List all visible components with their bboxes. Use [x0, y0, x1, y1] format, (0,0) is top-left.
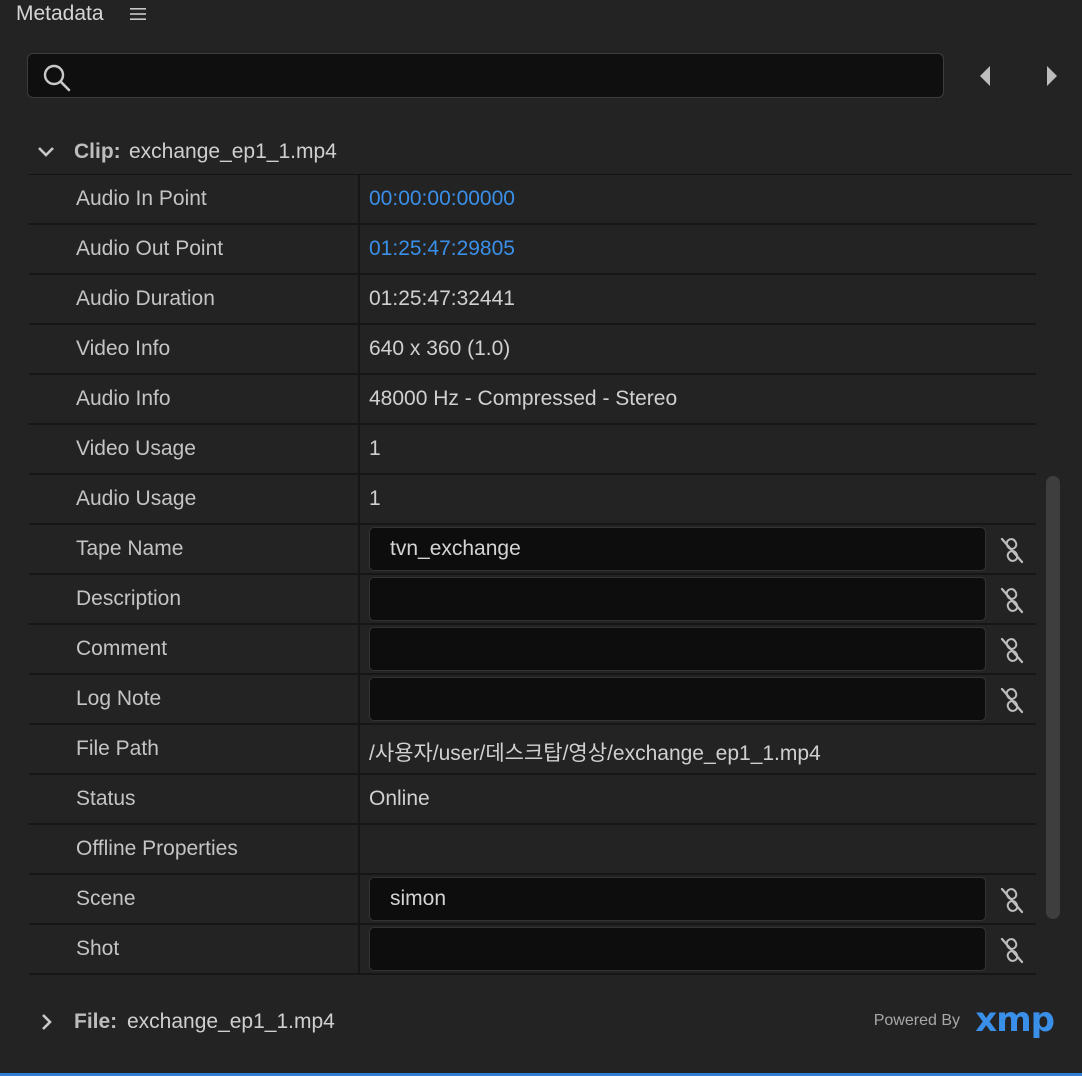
timecode-link[interactable]: 01:25:47:29805 [369, 237, 515, 261]
row-key: Description [76, 587, 182, 610]
clip-section-label: Clip: [74, 140, 121, 163]
column-divider [358, 575, 360, 623]
unlink-icon[interactable] [998, 586, 1026, 614]
clip-section-name: exchange_ep1_1.mp4 [129, 140, 337, 163]
column-divider [358, 225, 360, 273]
row-key: Offline Properties [76, 837, 238, 860]
table-row: Scene [29, 875, 1036, 925]
panel-title: Metadata [16, 2, 104, 25]
column-divider [358, 525, 360, 573]
xmp-logo: xmp [975, 1000, 1055, 1040]
row-value: 1 [369, 437, 381, 460]
row-key: Audio Info [76, 387, 171, 410]
table-row: Audio Out Point 01:25:47:29805 [29, 225, 1036, 275]
metadata-field[interactable] [369, 927, 986, 971]
metadata-table: Audio In Point 00:00:00:00000 Audio Out Po… [29, 175, 1036, 975]
metadata-field[interactable] [369, 877, 986, 921]
column-divider [358, 775, 360, 823]
column-divider [358, 175, 360, 223]
table-row: Tape Name [29, 525, 1036, 575]
column-divider [358, 675, 360, 723]
unlink-icon[interactable] [998, 636, 1026, 664]
row-key: Video Usage [76, 437, 196, 460]
table-row: Video Info 640 x 360 (1.0) [29, 325, 1036, 375]
metadata-field[interactable] [369, 627, 986, 671]
search-box[interactable] [27, 53, 944, 98]
row-value: /사용자/user/데스크탑/영상/exchange_ep1_1.mp4 [369, 742, 821, 765]
metadata-field[interactable] [369, 677, 986, 721]
unlink-icon[interactable] [998, 936, 1026, 964]
table-row: Comment [29, 625, 1036, 675]
row-value: 01:25:47:32441 [369, 287, 515, 310]
table-row: Log Note [29, 675, 1036, 725]
row-value: 48000 Hz - Compressed - Stereo [369, 387, 678, 410]
table-row: Audio Duration 01:25:47:32441 [29, 275, 1036, 325]
column-divider [358, 475, 360, 523]
column-divider [358, 275, 360, 323]
table-row: Audio Info 48000 Hz - Compressed - Stereo [29, 375, 1036, 425]
row-key: Tape Name [76, 537, 184, 560]
row-key: Scene [76, 887, 136, 910]
table-row: Video Usage 1 [29, 425, 1036, 475]
panel-header: Metadata [0, 0, 1082, 30]
unlink-icon[interactable] [998, 886, 1026, 914]
search-icon [42, 63, 72, 98]
file-section-name: exchange_ep1_1.mp4 [127, 1010, 335, 1033]
table-row: Audio In Point 00:00:00:00000 [29, 175, 1036, 225]
unlink-icon[interactable] [998, 686, 1026, 714]
row-key: Audio Duration [76, 287, 215, 310]
table-row: Shot [29, 925, 1036, 975]
column-divider [358, 375, 360, 423]
row-key: Shot [76, 937, 120, 960]
row-key: Audio Out Point [76, 237, 224, 260]
row-key: Status [76, 787, 136, 810]
row-key: Comment [76, 637, 168, 660]
row-key: Video Info [76, 337, 171, 360]
column-divider [358, 925, 360, 973]
column-divider [358, 725, 360, 773]
metadata-field[interactable] [369, 577, 986, 621]
column-divider [358, 625, 360, 673]
table-row: Audio Usage 1 [29, 475, 1036, 525]
menu-icon[interactable] [129, 5, 147, 23]
unlink-icon[interactable] [998, 536, 1026, 564]
clip-section-header[interactable]: Clip: exchange_ep1_1.mp4 [28, 130, 1072, 175]
column-divider [358, 825, 360, 873]
chevron-down-icon[interactable] [36, 142, 56, 167]
chevron-left-icon[interactable] [976, 64, 996, 88]
row-value: Online [369, 787, 430, 810]
chevron-right-icon[interactable] [36, 1012, 56, 1037]
column-divider [358, 425, 360, 473]
row-key: Log Note [76, 687, 162, 710]
powered-by-text: Powered By [873, 1012, 960, 1029]
column-divider [358, 875, 360, 923]
table-row: Status Online [29, 775, 1036, 825]
row-value: 640 x 360 (1.0) [369, 337, 511, 360]
table-row: Offline Properties [29, 825, 1036, 875]
chevron-right-icon[interactable] [1041, 64, 1061, 88]
row-key: Audio Usage [76, 487, 197, 510]
row-key: File Path [76, 737, 159, 760]
row-value: 1 [369, 487, 381, 510]
table-row: Description [29, 575, 1036, 625]
table-row: File Path/사용자/user/데스크탑/영상/exchange_ep1_… [29, 725, 1036, 775]
column-divider [358, 325, 360, 373]
scrollbar[interactable] [1046, 476, 1060, 919]
timecode-link[interactable]: 00:00:00:00000 [369, 187, 515, 211]
metadata-field[interactable] [369, 527, 986, 571]
file-section-label: File: [74, 1010, 118, 1033]
row-key: Audio In Point [76, 187, 207, 210]
